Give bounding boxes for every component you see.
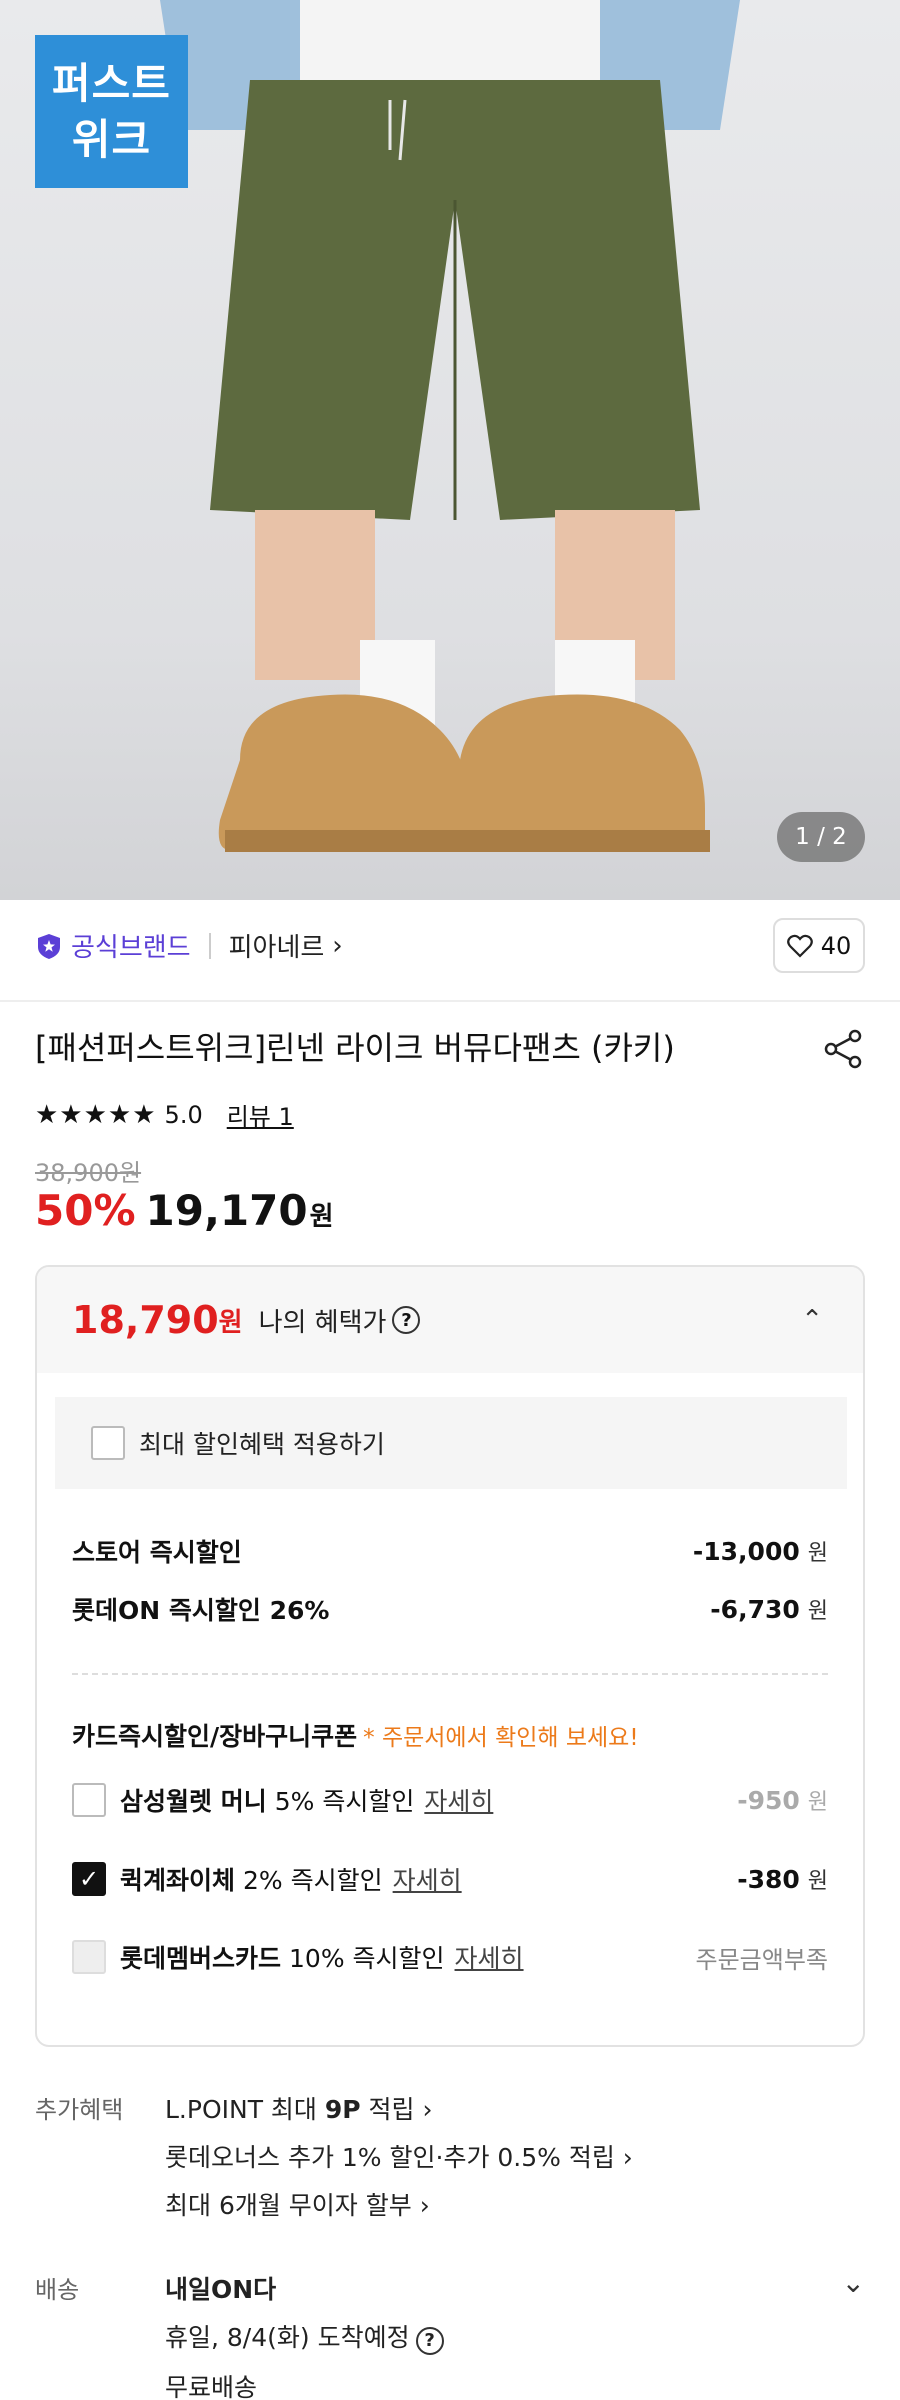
rating-value: 5.0 bbox=[164, 1100, 203, 1129]
card-amount: -380 원 bbox=[737, 1865, 828, 1894]
first-week-badge: 퍼스트 위크 bbox=[35, 35, 188, 188]
max-discount-label: 최대 할인혜택 적용하기 bbox=[139, 1430, 385, 1459]
question-icon[interactable]: ? bbox=[392, 1306, 421, 1334]
store-discount-label: 스토어 즉시할인 bbox=[72, 1538, 242, 1567]
detail-link[interactable]: 자세히 bbox=[455, 1939, 524, 1975]
quick-transfer-checkbox[interactable]: ✓ bbox=[72, 1862, 106, 1896]
benefit-box: 18,790 원 나의 혜택가 ? ⌃ 최대 할인혜택 적용하기 스토어 즉시할… bbox=[35, 1265, 865, 2047]
extra-benefits-label: 추가혜택 bbox=[35, 2096, 124, 2124]
samsung-checkbox[interactable] bbox=[72, 1783, 106, 1817]
max-discount-checkbox[interactable] bbox=[91, 1426, 125, 1460]
lpoint-benefit-link[interactable]: L.POINT 최대 9P 적립 › bbox=[165, 2090, 433, 2126]
chevron-down-icon[interactable]: ⌄ bbox=[842, 2266, 865, 2299]
product-image[interactable]: 퍼스트 위크 1 / 2 bbox=[0, 0, 900, 900]
card-option-samsung[interactable]: 삼성월렛 머니 5% 즉시할인 자세히 -950 원 bbox=[72, 1782, 828, 1818]
chevron-up-icon[interactable]: ⌃ bbox=[801, 1305, 823, 1335]
store-discount-amount: -13,000 원 bbox=[692, 1537, 828, 1566]
installment-benefit-link[interactable]: 최대 6개월 무이자 할부 › bbox=[165, 2186, 430, 2222]
lotteon-discount-label: 롯데ON 즉시할인 26% bbox=[72, 1596, 330, 1625]
divider bbox=[208, 932, 211, 959]
question-icon[interactable]: ? bbox=[415, 2326, 444, 2355]
card-section-note: * 주문서에서 확인해 보세요! bbox=[363, 1725, 639, 1751]
currency-unit: 원 bbox=[309, 1202, 334, 1232]
discount-rate: 50% bbox=[35, 1186, 136, 1235]
price-row: 50% 19,170 원 bbox=[35, 1186, 334, 1235]
store-discount-row: 스토어 즉시할인 -13,000 원 bbox=[72, 1533, 828, 1569]
dashed-divider bbox=[72, 1673, 828, 1675]
lotte-owners-benefit-link[interactable]: 롯데오너스 추가 1% 할인·추가 0.5% 적립 › bbox=[165, 2138, 633, 2174]
brand-name-link[interactable]: 피아네르 bbox=[229, 927, 325, 964]
max-discount-toggle[interactable]: 최대 할인혜택 적용하기 bbox=[55, 1397, 847, 1489]
rating-row: ★★★★★ 5.0 리뷰 1 bbox=[35, 1097, 294, 1132]
like-button[interactable]: 40 bbox=[773, 918, 865, 973]
insufficient-amount-status: 주문금액부족 bbox=[695, 1945, 828, 1974]
product-title: [패션퍼스트위크]린넨 라이크 버뮤다팬츠 (카키) bbox=[35, 1029, 675, 1067]
shipping-eta: 휴일, 8/4(화) 도착예정? bbox=[165, 2318, 444, 2355]
card-amount: -950 원 bbox=[737, 1786, 828, 1815]
lotte-members-checkbox bbox=[72, 1940, 106, 1974]
my-benefit-price: 18,790 bbox=[72, 1298, 219, 1342]
detail-link[interactable]: 자세히 bbox=[393, 1861, 462, 1897]
detail-link[interactable]: 자세히 bbox=[424, 1782, 493, 1818]
shipping-title: 내일ON다 bbox=[165, 2275, 277, 2304]
original-price: 38,900원 bbox=[35, 1159, 142, 1187]
shipping-label: 배송 bbox=[35, 2276, 80, 2304]
like-count: 40 bbox=[820, 931, 852, 960]
card-option-lotte-members: 롯데멤버스카드 10% 즉시할인 자세히 주문금액부족 bbox=[72, 1939, 828, 1975]
brand-row: 공식브랜드 피아네르 › 40 bbox=[35, 918, 865, 973]
sale-price: 19,170 bbox=[145, 1186, 308, 1235]
lotteon-discount-amount: -6,730 원 bbox=[710, 1595, 828, 1624]
my-benefit-header[interactable]: 18,790 원 나의 혜택가 ? ⌃ bbox=[37, 1267, 863, 1373]
chevron-right-icon: › bbox=[332, 930, 343, 961]
section-divider bbox=[0, 1000, 900, 1002]
review-link[interactable]: 리뷰 1 bbox=[227, 1097, 294, 1132]
card-option-quick-transfer[interactable]: ✓ 퀵계좌이체 2% 즉시할인 자세히 -380 원 bbox=[72, 1861, 828, 1897]
currency-unit: 원 bbox=[218, 1307, 243, 1338]
star-rating-icon: ★★★★★ bbox=[35, 1099, 157, 1130]
shipping-fee: 무료배송 bbox=[165, 2373, 258, 2400]
heart-icon bbox=[786, 934, 813, 958]
my-benefit-label: 나의 혜택가 bbox=[258, 1307, 387, 1338]
lotteon-discount-row: 롯데ON 즉시할인 26% -6,730 원 bbox=[72, 1591, 828, 1627]
official-brand-label[interactable]: 공식브랜드 bbox=[71, 927, 191, 964]
official-brand-icon bbox=[38, 933, 60, 959]
card-section-title: 카드즉시할인/장바구니쿠폰 * 주문서에서 확인해 보세요! bbox=[72, 1722, 639, 1751]
share-icon[interactable] bbox=[821, 1027, 865, 1071]
image-pager: 1 / 2 bbox=[777, 812, 865, 862]
